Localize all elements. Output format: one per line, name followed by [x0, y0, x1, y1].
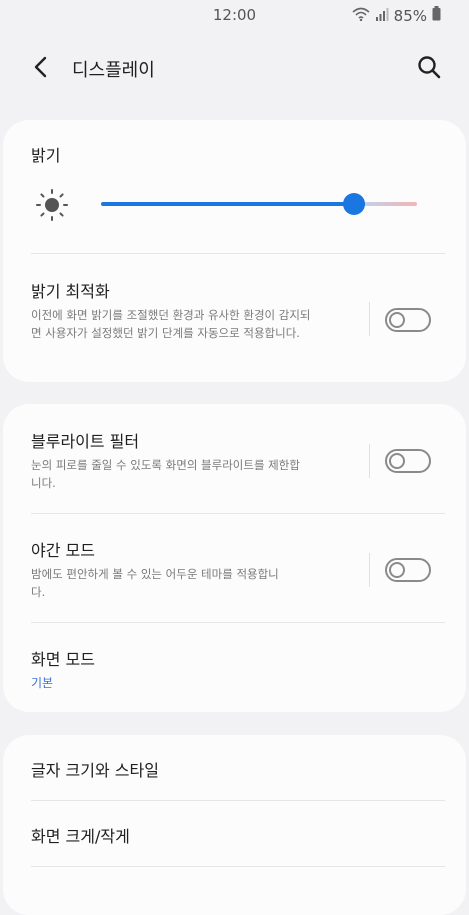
battery-percent: 85%: [393, 6, 427, 25]
battery-icon: [432, 6, 441, 25]
night-mode-description: 밤에도 편안하게 볼 수 있는 어두운 테마를 적용합니다.: [31, 567, 279, 599]
vertical-divider: [369, 302, 370, 336]
slider-thumb[interactable]: [342, 193, 365, 215]
blue-light-filter-title: 블루라이트 필터: [31, 432, 140, 451]
slider-track-active: [101, 202, 354, 206]
night-mode-title: 야간 모드: [31, 541, 95, 560]
app-bar: 디스플레이: [0, 42, 469, 94]
signal-icon: [375, 7, 389, 25]
brightness-title: 밝기: [31, 146, 61, 165]
divider: [31, 800, 445, 801]
screen-zoom-row[interactable]: 화면 크게/작게: [31, 823, 130, 847]
page-title: 디스플레이: [72, 60, 155, 81]
blue-light-filter-description: 눈의 피로를 줄일 수 있도록 화면의 블루라이트를 제한합니다.: [31, 458, 300, 490]
back-button[interactable]: [24, 54, 56, 84]
adaptive-brightness-description: 이전에 화면 밝기를 조절했던 환경과 유사한 환경이 감지되면 사용자가 설정…: [31, 308, 311, 340]
toggle-knob: [389, 453, 405, 469]
adaptive-brightness-title: 밝기 최적화: [31, 282, 110, 301]
adaptive-brightness-toggle[interactable]: [385, 308, 431, 332]
search-icon: [417, 55, 441, 83]
toggle-knob: [389, 312, 405, 328]
font-size-style-row[interactable]: 글자 크기와 스타일: [31, 757, 159, 781]
toggle-knob: [389, 562, 405, 578]
status-icons: 85%: [352, 6, 441, 25]
status-bar: 12:00 85%: [0, 0, 469, 30]
sun-icon: [35, 188, 69, 222]
brightness-slider[interactable]: [101, 192, 417, 216]
screen-mode-title: 화면 모드: [31, 650, 95, 669]
screen-mode-value: 기본: [31, 676, 54, 690]
divider: [31, 253, 445, 254]
vertical-divider: [369, 444, 370, 478]
back-arrow-icon: [33, 56, 47, 82]
display-options-card: 블루라이트 필터 눈의 피로를 줄일 수 있도록 화면의 블루라이트를 제한합니…: [3, 404, 466, 712]
vertical-divider: [369, 553, 370, 587]
divider: [31, 866, 445, 867]
night-mode-toggle[interactable]: [385, 558, 431, 582]
brightness-card: 밝기 밝기 최적화 이전에 화면 밝기를 조절했던 환경과 유사한 환경이 감지…: [3, 120, 466, 382]
search-button[interactable]: [413, 54, 445, 84]
font-and-zoom-card: 글자 크기와 스타일 화면 크게/작게: [3, 735, 466, 915]
wifi-icon: [352, 7, 370, 25]
divider: [31, 513, 445, 514]
blue-light-filter-toggle[interactable]: [385, 449, 431, 473]
divider: [31, 622, 445, 623]
